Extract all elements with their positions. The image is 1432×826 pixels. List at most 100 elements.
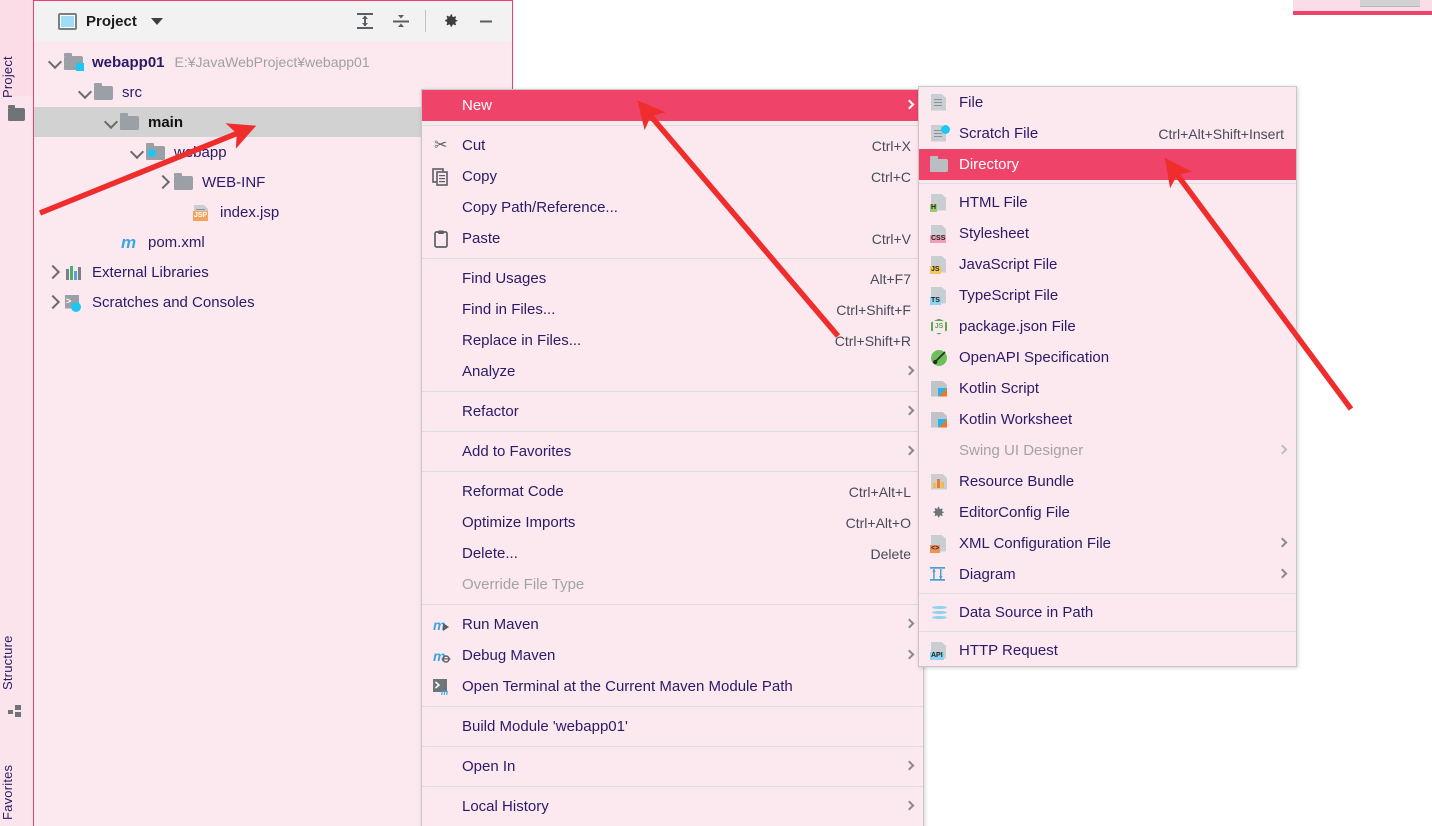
chevron-down-icon[interactable]: [150, 17, 163, 25]
submenu-item-kotlin-worksheet[interactable]: Kotlin Worksheet: [919, 404, 1296, 435]
menu-separator: [422, 786, 923, 787]
tree-node-webapp01[interactable]: webapp01 E:¥JavaWebProject¥webapp01: [34, 47, 512, 77]
menu-item-label: Run Maven: [462, 616, 539, 633]
menu-item-label: Reformat Code: [462, 483, 564, 500]
maven-run-icon: m: [432, 616, 452, 634]
tree-node-label: Scratches and Consoles: [92, 293, 255, 311]
menu-item-shortcut: Ctrl+V: [871, 230, 911, 247]
new-submenu: File Scratch File Ctrl+Alt+Shift+Insert …: [918, 86, 1297, 667]
minimize-icon[interactable]: [468, 4, 504, 38]
menu-separator: [422, 431, 923, 432]
submenu-item-resource-bundle[interactable]: Resource Bundle: [919, 466, 1296, 497]
menu-item-optimize-imports[interactable]: Optimize Imports Ctrl+Alt+O: [422, 507, 923, 538]
tree-node-label: webapp01: [92, 53, 165, 71]
chevron-right-icon: [1277, 568, 1288, 578]
top-right-gray-strip: [1360, 0, 1420, 7]
expand-all-icon[interactable]: [347, 4, 383, 38]
sidebar-item-favorites[interactable]: Favorites: [0, 738, 33, 820]
menu-item-label: Kotlin Script: [959, 380, 1040, 397]
menu-item-shortcut: Ctrl+Alt+Shift+Insert: [1158, 125, 1284, 142]
menu-item-override-file-type: Override File Type: [422, 569, 923, 600]
panel-toolbar: [347, 4, 504, 38]
menu-item-label: Local History: [462, 798, 549, 815]
maven-debug-icon: m: [432, 647, 452, 665]
menu-separator: [422, 471, 923, 472]
menu-item-new[interactable]: New: [422, 90, 923, 121]
chevron-down-icon[interactable]: [128, 137, 146, 167]
menu-item-delete[interactable]: Delete... Delete: [422, 538, 923, 569]
submenu-item-kotlin-script[interactable]: Kotlin Script: [919, 373, 1296, 404]
submenu-item-data-source-in-path[interactable]: Data Source in Path: [919, 597, 1296, 628]
submenu-item-javascript-file[interactable]: JS JavaScript File: [919, 249, 1296, 280]
menu-item-find-usages[interactable]: Find Usages Alt+F7: [422, 263, 923, 294]
submenu-item-diagram[interactable]: Diagram: [919, 559, 1296, 590]
menu-item-label: HTML File: [959, 194, 1028, 211]
folder-icon: [174, 172, 194, 191]
menu-item-label: OpenAPI Specification: [959, 349, 1110, 366]
menu-item-label: Debug Maven: [462, 647, 556, 664]
chevron-right-icon: [904, 760, 915, 770]
submenu-item-package-json-file[interactable]: JS package.json File: [919, 311, 1296, 342]
menu-item-add-to-favorites[interactable]: Add to Favorites: [422, 436, 923, 467]
gear-icon[interactable]: [432, 4, 468, 38]
submenu-item-stylesheet[interactable]: CSS Stylesheet: [919, 218, 1296, 249]
sidebar-item-project[interactable]: Project: [0, 18, 33, 98]
menu-item-label: Resource Bundle: [959, 473, 1075, 490]
menu-item-debug-maven[interactable]: m Debug Maven: [422, 640, 923, 671]
menu-item-copy-path-reference[interactable]: Copy Path/Reference...: [422, 192, 923, 223]
menu-item-local-history[interactable]: Local History: [422, 791, 923, 822]
menu-item-shortcut: Ctrl+Alt+L: [848, 483, 911, 500]
menu-item-open-terminal-maven-module[interactable]: m Open Terminal at the Current Maven Mod…: [422, 671, 923, 702]
kotlin-icon: [929, 380, 949, 398]
menu-item-label: Refactor: [462, 403, 519, 420]
menu-item-label: Copy Path/Reference...: [462, 199, 618, 216]
rail-tab-label-structure: Structure: [0, 635, 15, 690]
menu-item-label: Scratch File: [959, 125, 1039, 142]
menu-item-reload-from-disk[interactable]: Reload from Disk: [422, 822, 923, 826]
menu-item-label: package.json File: [959, 318, 1076, 335]
svg-text:m: m: [441, 688, 448, 696]
submenu-item-html-file[interactable]: H HTML File: [919, 187, 1296, 218]
menu-item-open-in[interactable]: Open In: [422, 751, 923, 782]
openapi-icon: [929, 349, 949, 367]
chevron-down-icon[interactable]: [76, 77, 94, 107]
submenu-item-directory[interactable]: Directory: [919, 149, 1296, 180]
menu-item-label: Add to Favorites: [462, 443, 572, 460]
menu-item-cut[interactable]: ✂ Cut Ctrl+X: [422, 130, 923, 161]
tool-window-rail: Project Structure Favorites: [0, 0, 34, 826]
menu-item-paste[interactable]: Paste Ctrl+V: [422, 223, 923, 254]
submenu-item-editorconfig-file[interactable]: EditorConfig File: [919, 497, 1296, 528]
submenu-item-scratch-file[interactable]: Scratch File Ctrl+Alt+Shift+Insert: [919, 118, 1296, 149]
menu-item-label: Open Terminal at the Current Maven Modul…: [462, 678, 793, 695]
chevron-right-icon[interactable]: [46, 287, 64, 317]
menu-item-replace-in-files[interactable]: Replace in Files... Ctrl+Shift+R: [422, 325, 923, 356]
submenu-item-openapi-specification[interactable]: OpenAPI Specification: [919, 342, 1296, 373]
submenu-item-xml-configuration-file[interactable]: <> XML Configuration File: [919, 528, 1296, 559]
sidebar-item-structure[interactable]: Structure: [0, 608, 33, 690]
submenu-item-typescript-file[interactable]: TS TypeScript File: [919, 280, 1296, 311]
chevron-down-icon[interactable]: [46, 47, 64, 77]
menu-item-find-in-files[interactable]: Find in Files... Ctrl+Shift+F: [422, 294, 923, 325]
chevron-down-icon[interactable]: [102, 107, 120, 137]
menu-item-run-maven[interactable]: m Run Maven: [422, 609, 923, 640]
menu-item-refactor[interactable]: Refactor: [422, 396, 923, 427]
xml-file-icon: <>: [929, 534, 949, 553]
menu-item-copy[interactable]: Copy Ctrl+C: [422, 161, 923, 192]
menu-item-label: TypeScript File: [959, 287, 1059, 304]
menu-item-reformat-code[interactable]: Reformat Code Ctrl+Alt+L: [422, 476, 923, 507]
menu-item-label: XML Configuration File: [959, 535, 1112, 552]
collapse-all-icon[interactable]: [383, 4, 419, 38]
chevron-right-icon[interactable]: [156, 167, 174, 197]
menu-item-analyze[interactable]: Analyze: [422, 356, 923, 387]
submenu-item-http-request[interactable]: API HTTP Request: [919, 635, 1296, 666]
menu-item-label: JavaScript File: [959, 256, 1058, 273]
chevron-right-icon[interactable]: [46, 257, 64, 287]
menu-item-build-module[interactable]: Build Module 'webapp01': [422, 711, 923, 742]
menu-separator: [919, 593, 1296, 594]
resource-bundle-icon: [929, 473, 949, 491]
menu-separator: [422, 604, 923, 605]
submenu-item-file[interactable]: File: [919, 87, 1296, 118]
menu-separator: [919, 631, 1296, 632]
menu-item-label: EditorConfig File: [959, 504, 1070, 521]
